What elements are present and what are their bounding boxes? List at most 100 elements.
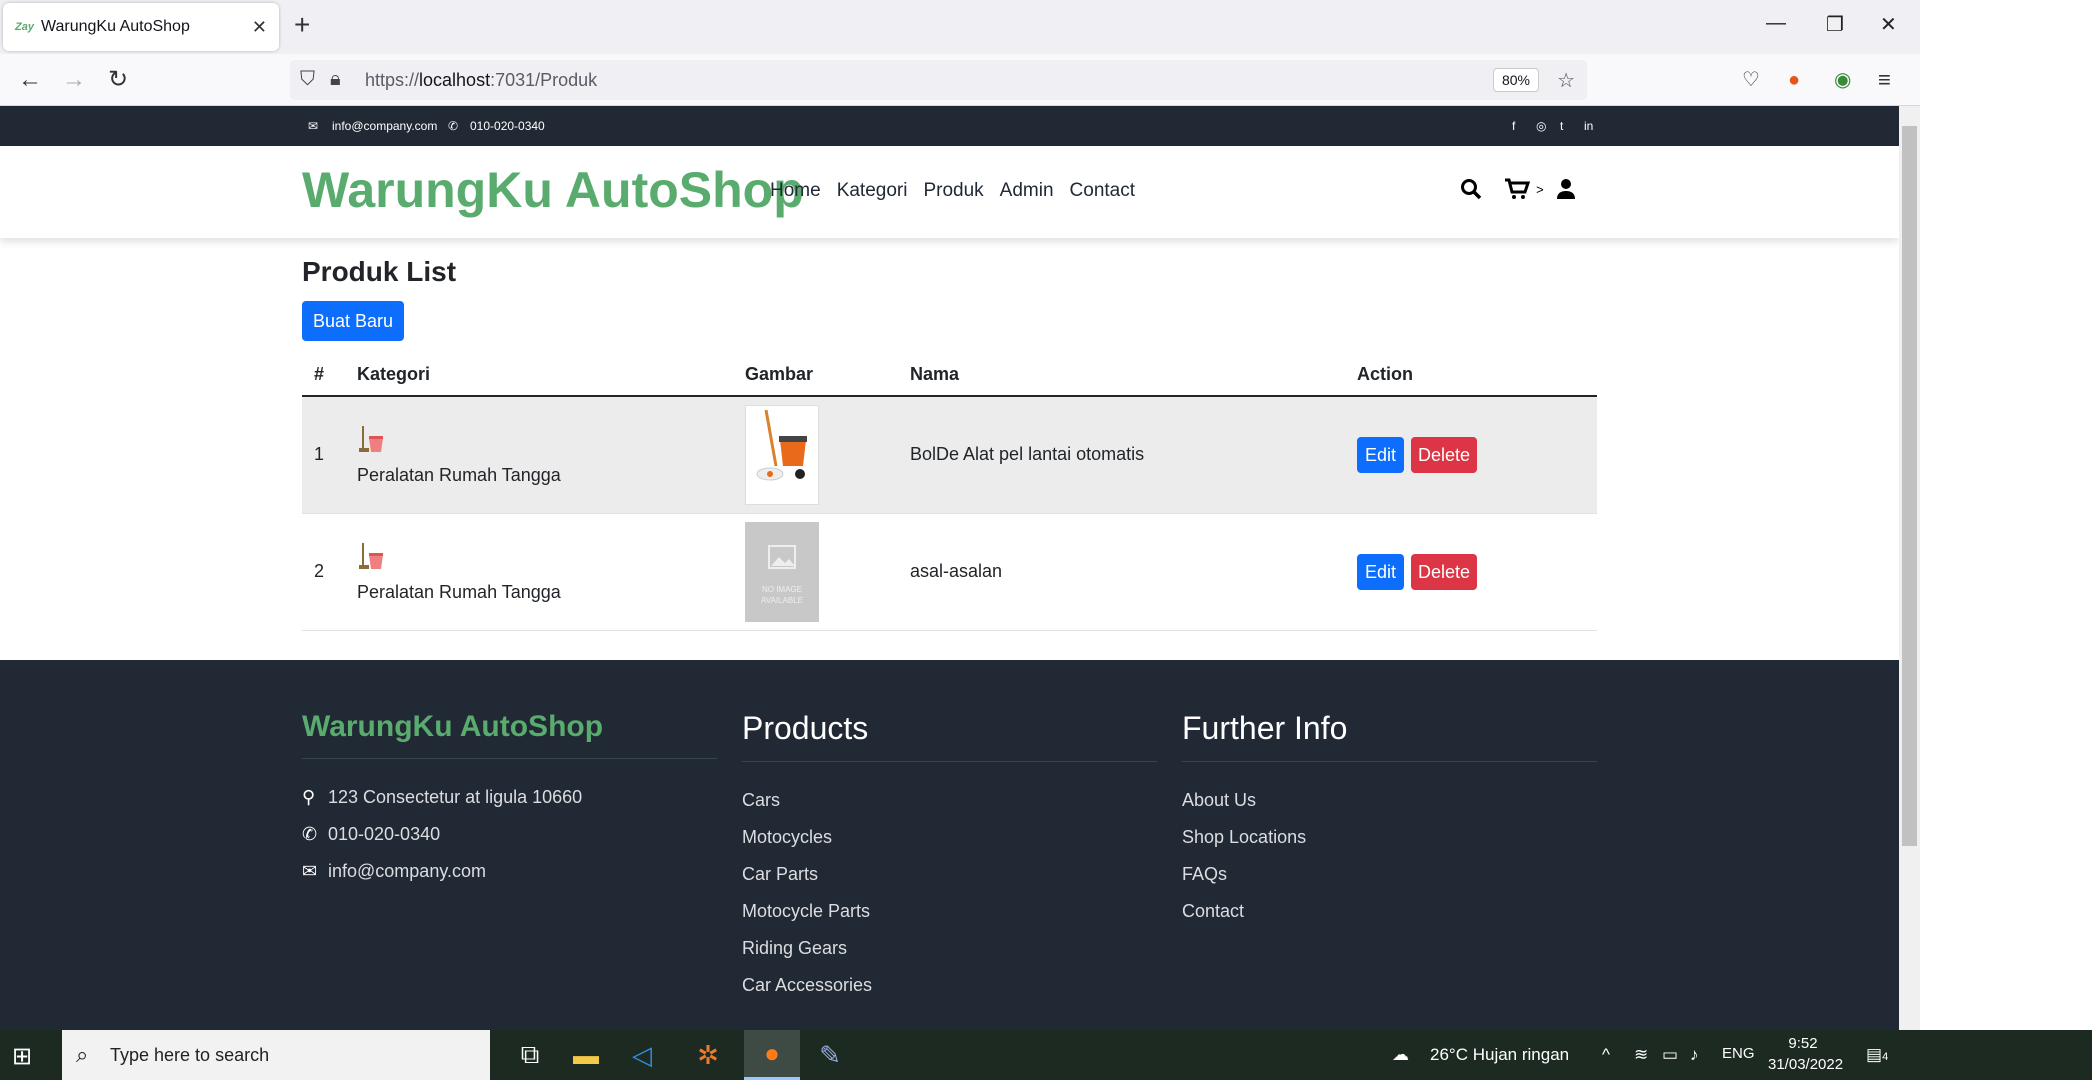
clock[interactable]: 9:52 31/03/2022 — [1768, 1033, 1844, 1075]
firefox-icon[interactable]: ● — [744, 1030, 800, 1080]
reload-icon[interactable]: ↻ — [108, 66, 128, 94]
new-tab-button[interactable]: + — [294, 10, 310, 40]
nav-link-contact[interactable]: Contact — [1070, 180, 1135, 202]
row-nama: asal-asalan — [898, 513, 1345, 631]
lock-icon[interactable]: 🔒︎ — [330, 68, 341, 91]
duckduckgo-icon[interactable]: ● — [1788, 66, 1800, 94]
language-indicator[interactable]: ENG — [1722, 1045, 1755, 1062]
no-image-line1: NO IMAGE — [761, 584, 802, 594]
back-icon[interactable]: ← — [18, 66, 42, 94]
vscode-icon[interactable]: ◁ — [614, 1030, 670, 1080]
user-icon[interactable] — [1556, 178, 1576, 206]
footer-link-faqs[interactable]: FAQs — [1182, 856, 1597, 893]
window-close-icon[interactable]: ✕ — [1880, 12, 1897, 37]
nav-link-kategori[interactable]: Kategori — [837, 180, 908, 202]
create-button[interactable]: Buat Baru — [302, 301, 404, 341]
no-image-line2: AVAILABLE — [761, 595, 803, 605]
restore-icon[interactable]: ❐ — [1826, 12, 1844, 37]
facebook-icon[interactable]: f — [1512, 119, 1515, 133]
footer-link-riding-gears[interactable]: Riding Gears — [742, 930, 1157, 967]
row-action: Edit Delete — [1345, 513, 1597, 631]
nav-link-admin[interactable]: Admin — [1000, 180, 1054, 202]
weather-icon[interactable]: ☁ — [1392, 1045, 1409, 1065]
task-view-icon[interactable]: ⧉ — [502, 1030, 558, 1080]
linkedin-icon[interactable]: in — [1584, 119, 1593, 133]
instagram-icon[interactable]: ◎ — [1536, 119, 1546, 133]
pocket-icon[interactable]: ♡ — [1742, 66, 1760, 94]
menu-icon[interactable]: ≡ — [1878, 66, 1891, 94]
nav-links: Home Kategori Produk Admin Contact — [770, 180, 1135, 202]
map-pin-icon: ⚲ — [302, 787, 316, 807]
footer-products-title: Products — [742, 710, 1157, 762]
twitter-icon[interactable]: t — [1560, 119, 1563, 133]
tab-favicon: Zay — [15, 21, 34, 33]
edit-button[interactable]: Edit — [1357, 553, 1404, 590]
tray-chevron-icon[interactable]: ^ — [1602, 1045, 1610, 1065]
paint-icon[interactable]: ✎ — [802, 1030, 858, 1080]
scrollbar-thumb[interactable] — [1902, 126, 1917, 846]
footer-link-motocycle-parts[interactable]: Motocycle Parts — [742, 893, 1157, 930]
windows-start-icon[interactable]: ⊞ — [12, 1042, 32, 1071]
footer-phone[interactable]: ✆ 010-020-0340 — [302, 816, 717, 853]
wifi-icon[interactable]: ≋ — [1634, 1045, 1648, 1065]
file-explorer-icon[interactable]: ▬ — [558, 1030, 614, 1080]
delete-button[interactable]: Delete — [1411, 436, 1478, 473]
nav-link-produk[interactable]: Produk — [923, 180, 983, 202]
bookmark-star-icon[interactable]: ☆ — [1557, 68, 1575, 93]
tab-close-icon[interactable]: ✕ — [252, 17, 267, 38]
footer-email[interactable]: ✉ info@company.com — [302, 853, 717, 890]
footer-info-title: Further Info — [1182, 710, 1597, 762]
footer-info-col: Further Info About Us Shop Locations FAQ… — [1182, 710, 1597, 930]
url-text[interactable]: https://localhost:7031/Produk — [365, 70, 597, 91]
row-gambar — [733, 396, 898, 514]
url-bar[interactable]: ⛉ 🔒︎ https://localhost:7031/Produk 80% ☆ — [290, 60, 1587, 100]
category-mop-icon — [357, 541, 721, 576]
taskbar-search[interactable]: ⌕ Type here to search — [62, 1030, 490, 1080]
category-mop-icon — [357, 424, 721, 459]
page-scrollbar[interactable] — [1899, 106, 1920, 1030]
col-nama: Nama — [898, 354, 1345, 397]
notification-icon[interactable]: ▤4 — [1866, 1045, 1888, 1065]
topbar-email[interactable]: info@company.com — [332, 119, 437, 133]
row-kategori-label: Peralatan Rumah Tangga — [357, 581, 561, 602]
cart-icon[interactable]: > — [1504, 178, 1544, 206]
page-viewport: ✉ info@company.com ✆ 010-020-0340 f ◎ t … — [0, 106, 1899, 1030]
browser-navbar: ← → ↻ ⛉ 🔒︎ https://localhost:7031/Produk… — [0, 54, 1920, 106]
delete-button[interactable]: Delete — [1411, 553, 1478, 590]
envelope-icon: ✉ — [308, 119, 319, 133]
weather-text[interactable]: 26°C Hujan ringan — [1430, 1045, 1569, 1065]
shield-icon[interactable]: ⛉ — [300, 68, 315, 91]
mop-bucket-image — [756, 409, 807, 481]
footer-link-car-parts[interactable]: Car Parts — [742, 856, 1157, 893]
xampp-icon[interactable]: ✲ — [680, 1030, 736, 1080]
search-icon[interactable] — [1460, 178, 1482, 206]
footer-link-contact[interactable]: Contact — [1182, 893, 1597, 930]
footer-address: ⚲ 123 Consectetur at ligula 10660 — [302, 787, 583, 807]
envelope-icon: ✉ — [302, 861, 318, 881]
table-row: 1 Peralatan Rumah Tangga BolDe Alat pel … — [302, 396, 1597, 514]
zoom-level[interactable]: 80% — [1492, 68, 1539, 92]
row-kategori-label: Peralatan Rumah Tangga — [357, 464, 561, 485]
nav-link-home[interactable]: Home — [770, 180, 821, 202]
clock-date: 31/03/2022 — [1768, 1056, 1844, 1073]
phone-icon: ✆ — [302, 824, 318, 844]
topbar-phone[interactable]: 010-020-0340 — [470, 119, 545, 133]
contact-topbar: ✉ info@company.com ✆ 010-020-0340 f ◎ t … — [0, 106, 1899, 146]
no-image-placeholder[interactable]: NO IMAGE AVAILABLE — [745, 521, 819, 622]
forward-icon[interactable]: → — [62, 66, 86, 94]
clock-time: 9:52 — [1788, 1035, 1818, 1052]
row-gambar: NO IMAGE AVAILABLE — [733, 513, 898, 631]
footer-link-car-accessories[interactable]: Car Accessories — [742, 967, 1157, 1004]
footer-link-about[interactable]: About Us — [1182, 782, 1597, 819]
edit-button[interactable]: Edit — [1357, 436, 1404, 473]
footer-link-motocycles[interactable]: Motocycles — [742, 819, 1157, 856]
volume-icon[interactable]: ♪ — [1690, 1045, 1699, 1065]
footer-link-cars[interactable]: Cars — [742, 782, 1157, 819]
browser-tab[interactable]: Zay WarungKu AutoShop ✕ — [3, 3, 279, 51]
footer-link-shop-locations[interactable]: Shop Locations — [1182, 819, 1597, 856]
product-thumbnail[interactable] — [745, 404, 819, 505]
site-brand[interactable]: WarungKu AutoShop — [302, 161, 804, 219]
extension-icon[interactable]: ◉ — [1834, 66, 1851, 94]
battery-icon[interactable]: ▭ — [1662, 1045, 1678, 1065]
minimize-icon[interactable]: — — [1766, 12, 1786, 35]
